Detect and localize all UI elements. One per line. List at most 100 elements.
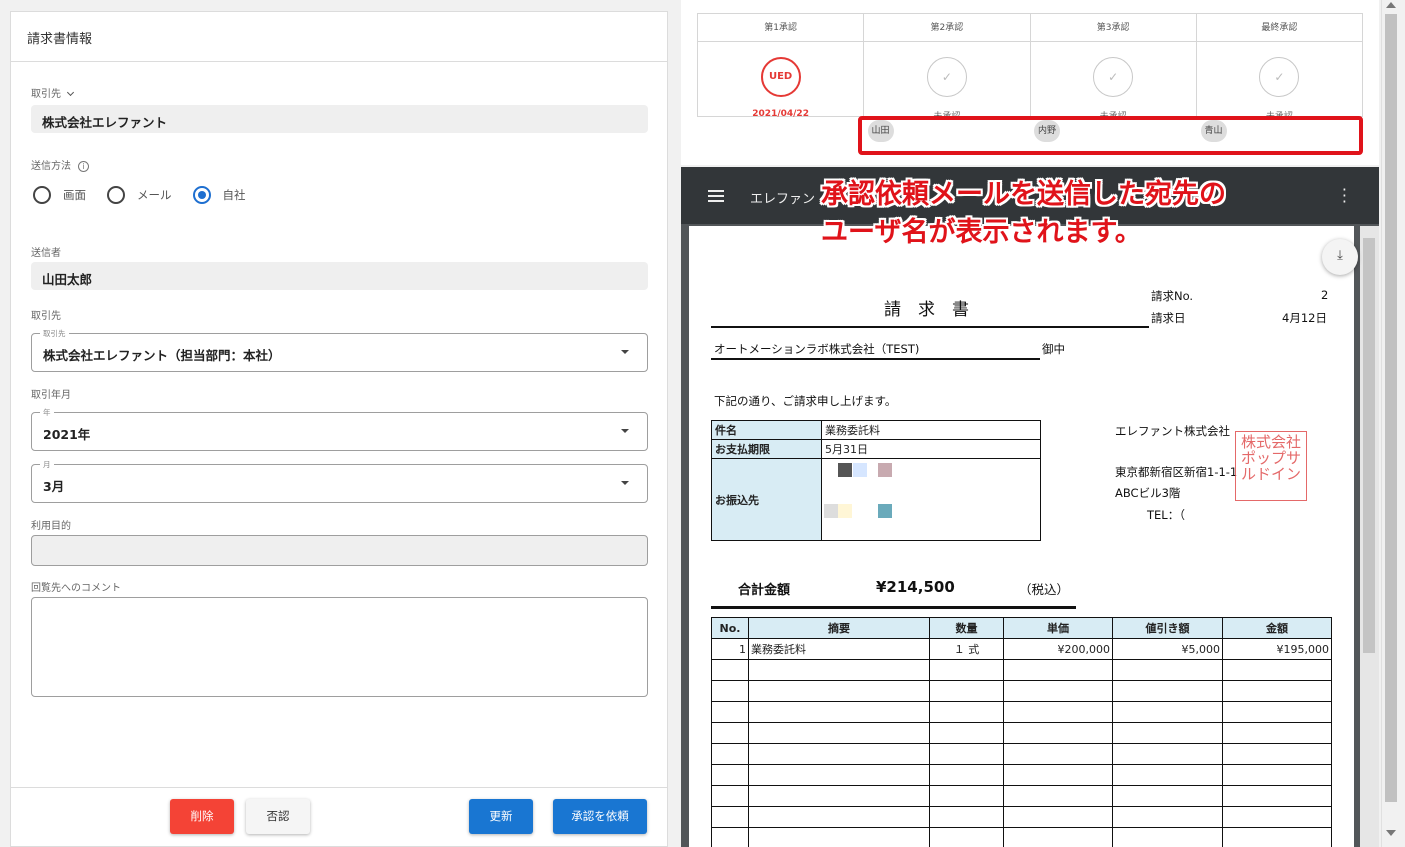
table-cell: [1222, 827, 1332, 847]
table-row: [711, 764, 1332, 786]
table-cell: [711, 827, 749, 847]
radio-own-company[interactable]: [192, 186, 211, 204]
table-cell: [1003, 764, 1113, 786]
table-cell: [1112, 764, 1223, 786]
year-select[interactable]: 年 2021年: [31, 407, 648, 451]
radio-mail[interactable]: [107, 186, 125, 204]
recipient-underline: [711, 358, 1040, 360]
annotation-highlight-box: [858, 116, 1363, 155]
form-footer: [11, 787, 667, 788]
company-seal-stamp: 株式会社ポップサルドイン: [1235, 431, 1307, 501]
table-cell: [1112, 827, 1223, 847]
table-row: [711, 827, 1332, 847]
viewer-scrollbar[interactable]: [1360, 226, 1379, 847]
table-cell: [1003, 743, 1113, 765]
approval-step-1: 第1承認 UED 2021/04/22: [698, 14, 865, 119]
delete-button[interactable]: 削除: [170, 799, 234, 834]
info-icon[interactable]: i: [78, 160, 89, 172]
page-scroll-thumb[interactable]: [1385, 14, 1397, 802]
col-header: No.: [711, 617, 749, 639]
table-cell: [1222, 764, 1332, 786]
dropdown-caret-icon: [621, 350, 629, 354]
client-selector[interactable]: 取引先: [31, 85, 75, 100]
year-select-value: 2021年: [43, 427, 91, 442]
meta-key: お支払期限: [711, 439, 822, 459]
table-cell: [1112, 680, 1223, 702]
client-select[interactable]: 取引先 株式会社エレファント（担当部門：本社）: [31, 328, 648, 372]
comment-textarea[interactable]: [31, 597, 648, 697]
invoice-intro: 下記の通り、ご請求申し上げます。: [714, 394, 897, 408]
approval-step-final: 最終承認 ✓ 未承認: [1196, 14, 1362, 122]
table-cell: [748, 659, 930, 681]
step-header: 第2承認: [864, 14, 1030, 42]
meta-key: お振込先: [711, 458, 822, 541]
bank-info-redacted: [821, 458, 1041, 541]
viewer-scroll-thumb[interactable]: [1363, 238, 1375, 653]
total-value: ¥214,500: [876, 578, 955, 596]
client-label: 取引先: [31, 89, 61, 100]
table-cell: [1003, 701, 1113, 723]
table-cell: [1112, 785, 1223, 807]
radio-own-company-label: 自社: [222, 188, 246, 202]
table-cell: [1222, 659, 1332, 681]
table-row: [711, 659, 1332, 681]
request-approval-button[interactable]: 承認を依頼: [553, 799, 647, 834]
table-cell: [929, 680, 1004, 702]
table-cell: [711, 659, 749, 681]
approved-stamp-icon: UED: [760, 57, 801, 97]
table-row: 1 業務委託料 １ 式 ¥200,000 ¥5,000 ¥195,000: [711, 638, 1332, 660]
table-cell: [1112, 743, 1223, 765]
callout-line-2: ユーザ名が表示されます。: [821, 217, 1142, 248]
purpose-label: 利用目的: [31, 521, 71, 532]
table-cell: [1112, 701, 1223, 723]
month-select[interactable]: 月 3月: [31, 459, 648, 503]
table-cell: [748, 785, 930, 807]
recipient-honorific: 御中: [1042, 342, 1065, 356]
download-icon[interactable]: ⤓: [1322, 239, 1358, 275]
more-vert-icon[interactable]: · · ·: [1342, 182, 1347, 210]
table-cell: [1112, 722, 1223, 744]
table-cell: [1003, 722, 1113, 744]
table-cell: [1003, 827, 1113, 847]
reject-button[interactable]: 否認: [246, 799, 310, 834]
table-cell: [1222, 806, 1332, 828]
menu-icon[interactable]: [708, 190, 724, 202]
year-select-legend: 年: [40, 407, 54, 418]
table-row: [711, 701, 1332, 723]
purpose-field[interactable]: [31, 535, 648, 566]
table-cell: [711, 764, 749, 786]
approver-cell-1: [697, 116, 864, 150]
page-scrollbar[interactable]: [1381, 0, 1399, 847]
redacted-block: [838, 504, 852, 518]
radio-screen[interactable]: [33, 186, 51, 204]
recipient-name: オートメーションラボ株式会社（TEST): [714, 342, 920, 356]
send-method-label-wrap: 送信方法 i: [31, 157, 89, 172]
step-header: 第3承認: [1030, 14, 1196, 42]
viewer-title: エレファン: [750, 192, 816, 207]
table-cell: [748, 743, 930, 765]
table-cell: [1222, 722, 1332, 744]
table-cell: 業務委託料: [748, 638, 930, 660]
meta-value: 5月31日: [821, 439, 1041, 459]
table-row: [711, 680, 1332, 702]
invoice-title: 請 求 書: [884, 300, 969, 320]
radio-mail-label: メール: [137, 188, 172, 202]
update-button[interactable]: 更新: [469, 799, 533, 834]
table-cell: [748, 722, 930, 744]
scroll-up-arrow-icon[interactable]: [1386, 2, 1396, 8]
table-cell: [711, 680, 749, 702]
sender-label: 送信者: [31, 248, 61, 259]
period-label: 取引年月: [31, 390, 71, 401]
col-header: 金額: [1222, 617, 1332, 639]
table-cell: [929, 659, 1004, 681]
redacted-block: [878, 463, 892, 477]
issuer-tel: TEL：（: [1147, 508, 1185, 522]
table-cell: １ 式: [929, 638, 1004, 660]
client-select-legend: 取引先: [40, 328, 69, 339]
pdf-viewer: エレファン · · · 請 求 書 請求No. 2 請求日 4月12日 オートメーシ…: [681, 167, 1379, 847]
scroll-down-arrow-icon[interactable]: [1386, 830, 1396, 836]
client-select-value: 株式会社エレファント（担当部門：本社）: [43, 348, 281, 363]
table-cell: [929, 722, 1004, 744]
table-cell: 1: [711, 638, 749, 660]
dropdown-caret-icon: [621, 481, 629, 485]
